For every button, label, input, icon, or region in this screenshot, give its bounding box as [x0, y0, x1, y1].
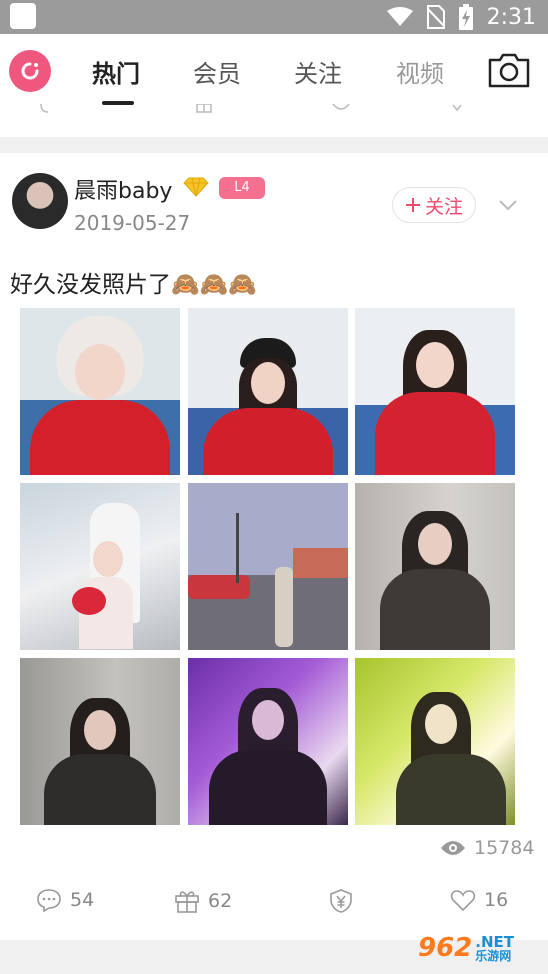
watermark-net: .NET — [475, 932, 515, 951]
photo-thumbnail[interactable] — [355, 483, 515, 650]
post-card: 晨雨baby L4 2019-05-27 关注 好久没发照片了🙈🙈🙈 15784… — [0, 153, 548, 940]
post-date: 2019-05-27 — [74, 211, 191, 235]
plus-icon — [405, 198, 420, 212]
photo-thumbnail[interactable] — [188, 308, 348, 475]
like-button[interactable]: 16 — [450, 888, 508, 912]
app-logo-icon[interactable] — [9, 50, 51, 92]
camera-icon[interactable] — [488, 52, 530, 88]
gift-count: 62 — [208, 890, 233, 912]
photo-thumbnail[interactable] — [188, 483, 348, 650]
gift-icon — [175, 891, 199, 913]
gift-button[interactable]: 62 — [174, 888, 232, 914]
post-actions: 54 62 16 — [0, 888, 548, 918]
photo-thumbnail[interactable] — [20, 308, 180, 475]
vip-diamond-icon — [183, 177, 209, 197]
yen-coin-icon — [330, 889, 352, 913]
follow-label: 关注 — [424, 195, 463, 218]
view-count: 15784 — [440, 837, 534, 859]
like-icon — [452, 104, 462, 112]
chevron-down-icon[interactable] — [498, 199, 518, 211]
post-text: 好久没发照片了🙈🙈🙈 — [10, 272, 257, 298]
view-count-value: 15784 — [474, 837, 535, 859]
avatar[interactable] — [12, 173, 68, 229]
tab-video[interactable]: 视频 — [396, 54, 444, 89]
photo-thumbnail[interactable] — [355, 658, 515, 825]
reward-button[interactable] — [328, 888, 354, 914]
photo-thumbnail[interactable] — [20, 483, 180, 650]
comment-icon — [40, 104, 49, 113]
watermark-cn: 乐游网 — [475, 948, 512, 963]
status-bar: 2:31 — [0, 0, 548, 34]
wifi-icon — [386, 7, 413, 26]
photo-thumbnail[interactable] — [355, 308, 515, 475]
photo-thumbnail[interactable] — [188, 658, 348, 825]
reward-icon — [332, 104, 350, 110]
battery-charging-icon — [458, 4, 473, 30]
username[interactable]: 晨雨baby — [74, 173, 172, 205]
active-tab-indicator — [102, 101, 134, 105]
like-count: 16 — [484, 889, 509, 911]
separator — [0, 137, 548, 153]
photo-grid — [20, 308, 515, 826]
clock: 2:31 — [486, 4, 536, 30]
comment-icon — [37, 889, 61, 912]
watermark-number: 962 — [418, 933, 473, 963]
eye-icon — [441, 841, 465, 855]
tab-hot[interactable]: 热门 — [92, 54, 140, 89]
gift-icon — [196, 104, 212, 113]
no-sim-icon — [426, 5, 445, 29]
photo-thumbnail[interactable] — [20, 658, 180, 825]
site-watermark: 962 .NET 乐游网 — [418, 928, 542, 968]
follow-button[interactable]: 关注 — [392, 187, 476, 223]
comment-count: 54 — [70, 889, 95, 911]
top-tab-bar: 热门 会员 关注 视频 — [0, 34, 548, 111]
tab-following[interactable]: 关注 — [294, 54, 342, 89]
heart-icon — [450, 890, 476, 912]
notification-icon — [10, 3, 36, 29]
tab-members[interactable]: 会员 — [193, 54, 241, 89]
comment-button[interactable]: 54 — [36, 888, 94, 912]
previous-post-actions — [0, 104, 548, 136]
level-badge: L4 — [219, 177, 265, 199]
